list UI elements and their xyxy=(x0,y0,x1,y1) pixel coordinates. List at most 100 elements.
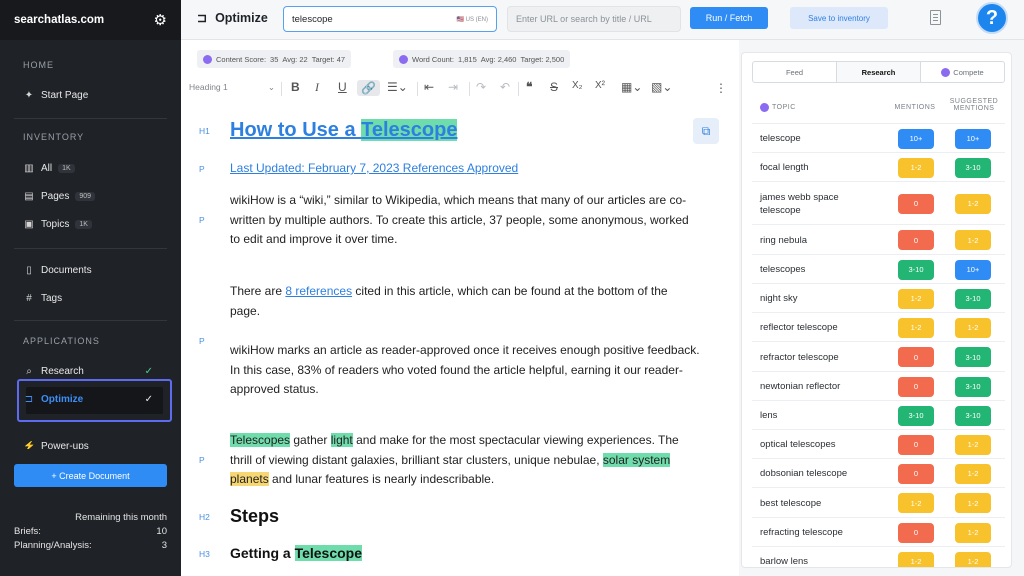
paragraph[interactable]: There are 8 references cited in this art… xyxy=(230,282,700,321)
image-icon[interactable]: ▧⌄ xyxy=(651,80,672,94)
toolbar-separator xyxy=(469,82,470,96)
subsection-heading[interactable]: Getting a Telescope xyxy=(230,545,700,561)
sidebar-item-all[interactable]: ▥ All 1K xyxy=(23,163,75,174)
topic-label: lens xyxy=(760,410,778,421)
indent-icon[interactable]: ⇥ xyxy=(448,80,458,94)
paragraph[interactable]: Telescopes gather light and make for the… xyxy=(230,431,700,490)
sidebar-item-documents[interactable]: ▯ Documents xyxy=(23,265,91,276)
content-score-pill: Content Score: 35 Avg: 22 Target: 47 xyxy=(197,50,352,68)
meta-references-link[interactable]: References xyxy=(403,161,464,175)
heading-select[interactable]: Heading 1 ⌄ xyxy=(189,82,275,93)
topic-row[interactable]: refracting telescope 0 1-2 xyxy=(752,517,1005,546)
sidebar-item-pages[interactable]: ▤ Pages 909 xyxy=(23,191,96,202)
quote-icon[interactable]: ❝ xyxy=(526,80,532,94)
table-icon[interactable]: ▦⌄ xyxy=(621,80,642,94)
strikethrough-icon[interactable]: S xyxy=(550,80,558,94)
topic-row[interactable]: night sky 1-2 3-10 xyxy=(752,283,1005,312)
count-badge: 1K xyxy=(75,220,92,229)
score-dot-icon xyxy=(399,54,408,64)
italic-icon[interactable]: I xyxy=(315,80,319,95)
brand-logo[interactable]: searchatlas.com xyxy=(14,14,104,26)
references-link[interactable]: 8 references xyxy=(285,284,352,298)
underline-icon[interactable]: U xyxy=(338,80,347,94)
word-count-pill: Word Count: 1,815 Avg: 2,460 Target: 2,5… xyxy=(393,50,571,68)
paragraph[interactable]: wikiHow marks an article as reader-appro… xyxy=(230,341,700,400)
mentions-chip: 1-2 xyxy=(898,157,934,178)
help-button[interactable]: ? xyxy=(976,2,1008,34)
superscript-icon[interactable]: X² xyxy=(595,80,605,91)
topic-row[interactable]: newtonian reflector 0 3-10 xyxy=(752,371,1005,400)
save-to-inventory-button[interactable]: Save to inventory xyxy=(790,7,888,29)
url-search-input[interactable]: Enter URL or search by title / URL xyxy=(507,6,681,32)
suggested-mentions-chip: 3-10 xyxy=(955,405,991,426)
sidebar-item-powerups[interactable]: ⚡ Power-ups xyxy=(23,441,89,449)
article-meta[interactable]: Last Updated: February 7, 2023 Reference… xyxy=(230,161,700,175)
run-fetch-button[interactable]: Run / Fetch xyxy=(690,7,768,29)
sidebar-item-start-page[interactable]: ✦ Start Page xyxy=(23,90,88,101)
paragraph[interactable]: wikiHow is a “wiki,” similar to Wikipedi… xyxy=(230,191,700,250)
topic-row[interactable]: refractor telescope 0 3-10 xyxy=(752,341,1005,371)
sidebar-item-topics[interactable]: ▣ Topics 1K xyxy=(23,219,92,230)
create-document-button[interactable]: + Create Document xyxy=(14,464,167,487)
columns-icon: ▥ xyxy=(24,163,34,174)
block-tag-p: P xyxy=(199,455,205,465)
tab-research[interactable]: Research xyxy=(837,62,921,82)
topic-row[interactable]: lens 3-10 3-10 xyxy=(752,400,1005,429)
panel-tabs: Feed Research Compete xyxy=(752,61,1005,83)
undo-icon[interactable]: ↶ xyxy=(500,80,510,94)
outdent-icon[interactable]: ⇤ xyxy=(424,80,434,94)
topic-row[interactable]: ring nebula 0 1-2 xyxy=(752,224,1005,254)
suggested-mentions-chip: 1-2 xyxy=(955,551,991,567)
sidebar-item-label: Research xyxy=(41,366,84,377)
document-icon[interactable] xyxy=(930,10,941,25)
block-tag-p: P xyxy=(199,215,205,225)
topic-row[interactable]: barlow lens 1-2 1-2 xyxy=(752,546,1005,567)
sidebar-item-tags[interactable]: # Tags xyxy=(23,293,62,304)
list-icon[interactable]: ☰⌄ xyxy=(387,80,408,94)
more-options-icon[interactable]: ⋮ xyxy=(715,81,727,95)
suggested-mentions-chip: 10+ xyxy=(955,128,991,149)
column-header-mentions: MENTIONS xyxy=(894,104,936,111)
copy-icon[interactable]: ⧉ xyxy=(693,118,719,144)
keyword-highlight: Telescope xyxy=(294,545,362,561)
topic-dot-icon xyxy=(760,103,769,112)
sidebar-item-optimize[interactable]: ⊐ Optimize xyxy=(23,394,83,405)
section-heading[interactable]: Steps xyxy=(230,506,700,527)
mentions-chip: 1-2 xyxy=(898,493,934,513)
tab-compete[interactable]: Compete xyxy=(921,62,1004,82)
optimize-icon: ⊐ xyxy=(24,394,34,405)
topic-row[interactable]: best telescope 1-2 1-2 xyxy=(752,487,1005,517)
topic-row[interactable]: dobsonian telescope 0 1-2 xyxy=(752,458,1005,487)
topic-row[interactable]: reflector telescope 1-2 1-2 xyxy=(752,312,1005,341)
keyword-value: telescope xyxy=(292,13,333,25)
sidebar-item-research[interactable]: ⌕ Research xyxy=(23,366,84,377)
mentions-chip: 0 xyxy=(898,347,934,367)
subscript-icon[interactable]: X₂ xyxy=(572,80,583,91)
gear-icon[interactable]: ⚙ xyxy=(154,11,167,29)
mentions-chip: 0 xyxy=(898,230,934,250)
keyword-highlight: light xyxy=(330,433,353,447)
topics-panel: Feed Research Compete TOPIC MENTIONS SUG… xyxy=(741,52,1012,568)
tab-feed[interactable]: Feed xyxy=(753,62,837,82)
sidebar-item-label: Optimize xyxy=(41,394,84,405)
meta-approved-link[interactable]: Approved xyxy=(467,161,518,175)
bold-icon[interactable]: B xyxy=(291,80,300,94)
topic-row[interactable]: optical telescopes 0 1-2 xyxy=(752,429,1005,458)
heading-text: Getting a xyxy=(230,545,295,561)
topic-row[interactable]: focal length 1-2 3-10 xyxy=(752,152,1005,181)
quota-value: 3 xyxy=(161,540,167,551)
mentions-chip: 0 xyxy=(898,376,934,397)
topic-label: refracting telescope xyxy=(760,527,843,538)
suggested-mentions-chip: 3-10 xyxy=(955,376,991,397)
link-icon[interactable]: 🔗 xyxy=(357,80,380,96)
redo-icon[interactable]: ↷ xyxy=(476,80,486,94)
sidebar-item-label: Pages xyxy=(41,191,70,202)
locale-selector[interactable]: 🇺🇸 US (EN) xyxy=(457,16,488,23)
keyword-input[interactable]: telescope 🇺🇸 US (EN) xyxy=(283,6,497,32)
article-title[interactable]: How to Use a Telescope xyxy=(230,119,700,142)
topic-row[interactable]: telescope 10+ 10+ xyxy=(752,123,1005,152)
topic-row[interactable]: james webb space telescope 0 1-2 xyxy=(752,181,1005,224)
sidebar-item-label: Tags xyxy=(41,293,63,304)
heading-select-value: Heading 1 xyxy=(189,82,228,92)
topic-row[interactable]: telescopes 3-10 10+ xyxy=(752,254,1005,283)
